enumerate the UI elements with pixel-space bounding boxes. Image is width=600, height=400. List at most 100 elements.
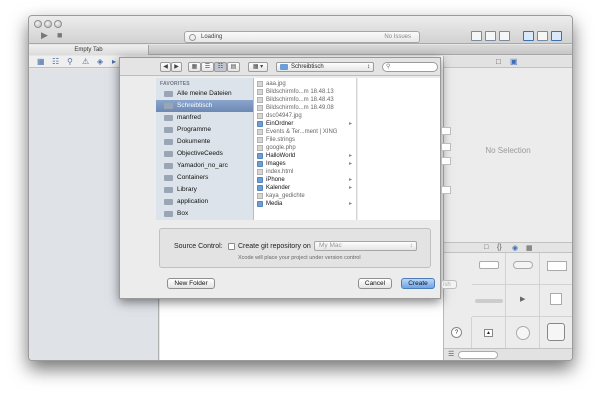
breakpoint-navigator-icon[interactable]: ▸ [112,57,116,66]
folder-item[interactable]: EinOrdner ▸ [254,120,356,128]
version-editor-icon[interactable] [499,31,510,41]
media-library-icon[interactable]: ▦ [526,244,533,252]
file-template-icon[interactable]: □ [484,244,488,251]
code-snippet-icon[interactable]: {} [497,244,502,251]
home-icon [164,115,173,121]
debug-navigator-icon[interactable]: ◈ [97,57,103,66]
folder-icon [164,163,173,169]
utilities-toggle-icon[interactable] [551,31,562,41]
file-item[interactable]: google.php [254,144,356,152]
back-button[interactable]: ◀ [160,62,171,72]
list-view-icon[interactable]: ☰ [448,350,454,358]
folder-item[interactable]: HalloWorld ▸ [254,152,356,160]
folder-icon [257,185,263,191]
sidebar-item-folder[interactable]: application [156,196,253,208]
cancel-button[interactable]: Cancel [358,278,392,289]
sheet-toolbar: ◀ ▶ ▦ ☰ ☷ ▤ ▦ ▾ Schreibtisch ↕ ⚲ [120,58,440,76]
file-item[interactable]: File.strings [254,136,356,144]
activity-status: Loading [201,34,223,40]
folder-item[interactable]: Images ▸ [254,160,356,168]
chevron-right-icon: ▸ [348,201,352,207]
sidebar-item-desktop[interactable]: Schreibtisch [156,100,253,112]
git-hint-text: Xcode will place your project under vers… [238,255,361,261]
library-item[interactable] [540,285,572,317]
library-filter-input[interactable] [458,351,498,359]
folder-item[interactable]: iPhone ▸ [254,176,356,184]
git-target-popup[interactable]: My Mac ↕ [314,241,417,251]
sidebar-item-folder[interactable]: Library [156,184,253,196]
library-item[interactable]: ? [444,317,472,349]
run-icon[interactable]: ▶ [41,30,48,41]
preview-column [358,78,440,220]
folder-icon [257,161,263,167]
project-navigator-icon[interactable]: ▦ [37,57,45,66]
library-selector-bar: □ {} ◉ ▦ [444,242,572,253]
library-item[interactable]: ▶ [506,285,540,317]
sidebar-item-all-files[interactable]: Alle meine Dateien [156,88,253,100]
folder-icon [164,211,173,217]
library-item[interactable] [472,253,506,285]
activity-viewer: Loading No Issues [184,31,420,43]
applications-icon [164,127,173,133]
image-file-icon [257,97,263,103]
file-column: aaa.jpg Bildschirmfo...m 18.48.13 Bildsc… [254,78,357,220]
coverflow-view-button[interactable]: ▤ [227,62,240,72]
stop-icon[interactable]: ■ [57,30,62,40]
assistant-editor-icon[interactable] [485,31,496,41]
file-item[interactable]: Bildschirmfo...m 18.48.43 [254,96,356,104]
library-item[interactable] [506,317,540,349]
web-file-icon [257,129,263,135]
tab-empty[interactable]: Empty Tab [29,45,149,55]
new-folder-button[interactable]: New Folder [167,278,215,289]
arrange-button[interactable]: ▦ ▾ [248,62,268,72]
library-item[interactable] [472,285,506,317]
file-inspector-icon[interactable]: □ [496,57,501,66]
sidebar-item-applications[interactable]: Programme [156,124,253,136]
file-item[interactable]: Bildschirmfo...m 18.48.13 [254,88,356,96]
list-view-button[interactable]: ☰ [201,62,214,72]
debug-area-toggle-icon[interactable] [537,31,548,41]
quick-help-icon[interactable]: ▣ [510,57,518,66]
create-button[interactable]: Create [401,278,435,289]
file-item[interactable]: dsc04947.jpg [254,112,356,120]
file-item[interactable]: Events & Ter...ment | XING [254,128,356,136]
location-popup[interactable]: Schreibtisch ↕ [276,62,374,72]
text-file-icon [257,193,263,199]
folder-item[interactable]: Kalender ▸ [254,184,356,192]
zoom-window-icon[interactable] [54,20,62,28]
library-item[interactable]: ▲ [472,317,506,349]
library-filter-bar: ☰ [444,348,572,360]
folder-item[interactable]: Media ▸ [254,200,356,208]
spinner-icon [189,34,196,41]
icon-view-button[interactable]: ▦ [188,62,201,72]
sidebar-item-home[interactable]: manfred [156,112,253,124]
sidebar-item-folder[interactable]: Box [156,208,253,220]
sidebar-item-folder[interactable]: Yamadori_no_arc [156,160,253,172]
chevron-right-icon: ▸ [348,177,352,183]
library-item[interactable] [540,253,572,285]
file-item[interactable]: kaya_gedichte [254,192,356,200]
file-item[interactable]: aaa.jpg [254,80,356,88]
object-library-icon[interactable]: ◉ [512,244,518,252]
find-navigator-icon[interactable]: ⚲ [67,57,73,66]
file-item[interactable]: index.html [254,168,356,176]
standard-editor-icon[interactable] [471,31,482,41]
file-item[interactable]: Bildschirmfo...m 18.49.08 [254,104,356,112]
favorites-sidebar: FAVORITES Alle meine Dateien Schreibtisc… [156,78,254,220]
minimize-window-icon[interactable] [44,20,52,28]
search-input[interactable]: ⚲ [382,62,438,72]
sidebar-item-folder[interactable]: Containers [156,172,253,184]
library-item[interactable] [506,253,540,285]
symbol-navigator-icon[interactable]: ☷ [52,57,59,66]
navigator-toggle-icon[interactable] [523,31,534,41]
close-window-icon[interactable] [34,20,42,28]
library-item[interactable] [540,317,572,349]
sidebar-item-documents[interactable]: Dokumente [156,136,253,148]
forward-button[interactable]: ▶ [171,62,182,72]
folder-icon [257,201,263,207]
column-view-button[interactable]: ☷ [214,62,227,72]
source-control-label: Source Control: [174,243,223,250]
issue-navigator-icon[interactable]: ⚠ [82,57,89,66]
git-repository-checkbox[interactable] [228,243,235,250]
sidebar-item-folder[interactable]: ObjectiveCeeds [156,148,253,160]
